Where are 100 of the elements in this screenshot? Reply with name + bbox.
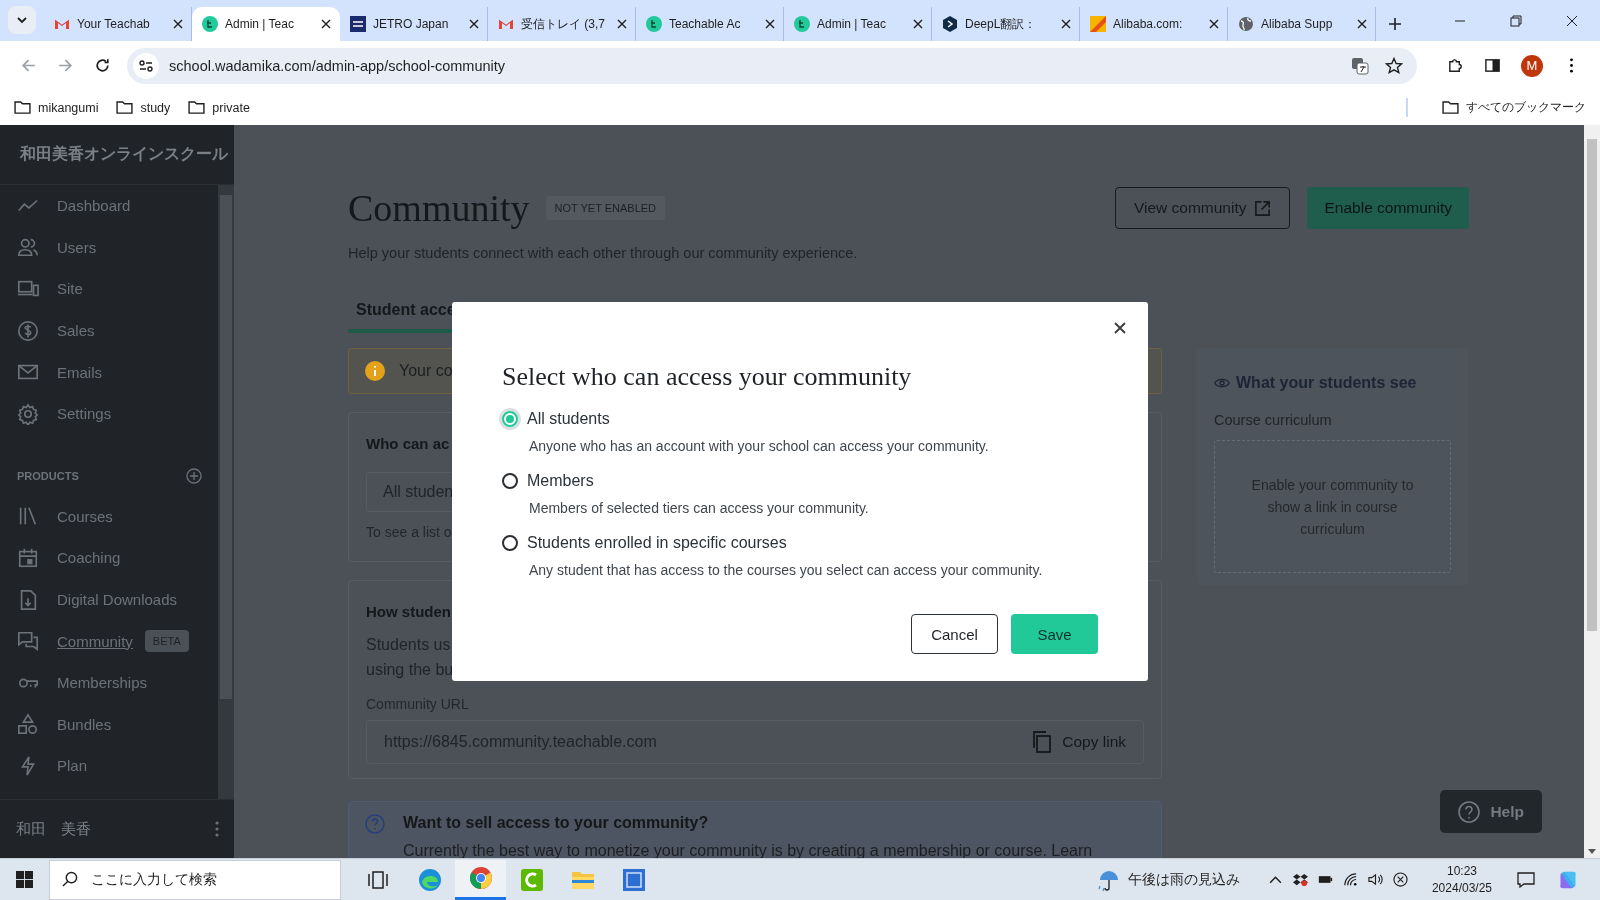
window-app-icon xyxy=(621,867,646,892)
alert-text: Your co xyxy=(399,362,453,380)
browser-tab[interactable]: 受信トレイ (3,7 xyxy=(488,7,636,41)
section-label: PRODUCTS xyxy=(17,469,79,482)
sidebar-item[interactable]: Plan xyxy=(0,745,88,787)
eye-icon xyxy=(1214,377,1230,389)
scrollbar[interactable] xyxy=(1584,125,1600,858)
shapes-icon xyxy=(17,713,39,736)
teachable-logo-icon xyxy=(202,16,218,32)
bookmark-label: すべてのブックマーク xyxy=(1466,100,1586,115)
bookmark-label: study xyxy=(140,100,171,115)
browser-tab[interactable]: Teachable Ac xyxy=(636,7,784,41)
sidebar-item[interactable]: Sales xyxy=(0,309,218,352)
browser-tab[interactable]: JETRO Japan xyxy=(340,7,488,41)
side-panel-icon[interactable] xyxy=(1484,57,1501,74)
close-icon[interactable] xyxy=(173,19,183,29)
close-icon[interactable] xyxy=(765,19,775,29)
bookmark-folder[interactable]: mikangumi xyxy=(14,100,99,115)
browser-tab[interactable]: Admin | Teac xyxy=(192,7,340,41)
close-icon[interactable] xyxy=(1566,14,1578,27)
bookmark-folder[interactable]: すべてのブックマーク xyxy=(1442,100,1586,115)
sidebar-item[interactable]: Dashboard xyxy=(0,185,218,227)
translate-icon[interactable] xyxy=(1351,56,1369,75)
chat-icon xyxy=(17,630,39,653)
tab-title: Your Teachab xyxy=(77,17,151,31)
site-settings-icon[interactable] xyxy=(133,52,159,79)
wifi-icon[interactable] xyxy=(1342,872,1358,887)
settings-icon xyxy=(17,402,39,425)
profile-avatar[interactable]: M xyxy=(1521,54,1543,77)
browser-tab[interactable]: Alibaba.com: xyxy=(1080,7,1228,41)
tab-title: Admin | Teac xyxy=(225,17,295,31)
speaker-icon[interactable] xyxy=(1367,872,1383,887)
sidebar-item[interactable]: Emails xyxy=(0,351,218,393)
notification-icon[interactable] xyxy=(1516,869,1536,890)
close-icon[interactable] xyxy=(321,19,331,29)
restore-icon[interactable] xyxy=(1510,14,1522,27)
sidebar-item[interactable]: Community xyxy=(0,620,133,662)
chevron-down-icon xyxy=(16,14,28,26)
forward-arrow-icon[interactable] xyxy=(57,57,74,74)
copy-icon xyxy=(1032,731,1053,753)
cancel-button[interactable]: Cancel xyxy=(911,614,998,654)
help-button[interactable]: Help xyxy=(1440,790,1542,833)
tab-title: DeepL翻訳： xyxy=(965,15,1038,33)
windows-start-icon[interactable] xyxy=(16,871,33,888)
close-icon[interactable] xyxy=(1114,322,1126,334)
puzzle-icon[interactable] xyxy=(1447,57,1464,74)
hexagon-logo-icon xyxy=(942,16,958,32)
sidebar-item[interactable]: Bundles xyxy=(0,703,112,746)
sidebar-item[interactable]: Settings xyxy=(0,392,218,435)
close-icon[interactable] xyxy=(617,19,627,29)
clock-date: 2024/03/25 xyxy=(1431,879,1492,897)
radio-button[interactable] xyxy=(502,535,518,551)
sidebar-item[interactable]: Users xyxy=(0,226,218,269)
close-circle-icon[interactable] xyxy=(1392,872,1408,887)
back-arrow-icon[interactable] xyxy=(20,57,37,74)
close-icon[interactable] xyxy=(469,19,479,29)
sidebar-item[interactable]: Courses xyxy=(0,495,113,538)
globe-icon xyxy=(1238,16,1254,32)
address-bar[interactable]: school.wadamika.com/admin-app/school-community xyxy=(127,47,1417,84)
bookmark-folder[interactable]: study xyxy=(116,100,171,115)
close-icon[interactable] xyxy=(1209,19,1219,29)
browser-tab[interactable]: DeepL翻訳： xyxy=(932,7,1080,41)
search-icon xyxy=(62,871,79,888)
add-circle-icon[interactable] xyxy=(186,467,202,484)
taskbar-search-field[interactable]: ここに入力して検索 xyxy=(49,859,341,900)
radio-button[interactable] xyxy=(502,473,518,489)
sidebar-item[interactable]: Site xyxy=(0,268,218,310)
close-icon[interactable] xyxy=(913,19,923,29)
sidebar-item[interactable]: Memberships xyxy=(0,661,148,704)
card-heading: How studen xyxy=(366,603,451,620)
scrollbar[interactable] xyxy=(218,185,234,799)
plus-icon[interactable] xyxy=(1388,17,1402,31)
reload-icon[interactable] xyxy=(94,57,111,74)
close-icon[interactable] xyxy=(1357,19,1367,29)
browser-tab[interactable]: Admin | Teac xyxy=(784,7,932,41)
taskbar-app[interactable] xyxy=(455,859,506,900)
tab-title: Alibaba.com: xyxy=(1113,17,1184,31)
slash-logo-icon xyxy=(1090,16,1106,32)
star-icon[interactable] xyxy=(1385,56,1403,75)
page-title: Community xyxy=(348,186,530,230)
save-button[interactable]: Save xyxy=(1011,614,1098,654)
browser-tab[interactable]: Alibaba Supp xyxy=(1228,7,1376,41)
sidebar-item[interactable]: Coaching xyxy=(0,537,121,579)
option-description: Anyone who has an account with your school can access your community. xyxy=(529,438,990,454)
tab-search-button[interactable] xyxy=(8,6,36,34)
calendar-icon xyxy=(17,546,39,569)
dialog-title: Select who can access your community xyxy=(502,362,913,392)
teachable-logo-icon xyxy=(646,16,662,32)
sidebar-item[interactable]: Digital Downloads xyxy=(0,578,178,621)
close-icon[interactable] xyxy=(1061,19,1071,29)
folder-icon xyxy=(1442,101,1459,114)
scroll-down-icon[interactable] xyxy=(1588,849,1596,854)
user-name: 和田 美香 xyxy=(16,819,91,839)
tab-title: 受信トレイ (3,7 xyxy=(521,15,606,33)
bookmark-folder[interactable]: private xyxy=(188,100,250,115)
copilot-icon[interactable] xyxy=(1558,869,1578,890)
radio-button[interactable] xyxy=(502,411,518,427)
tab-title: Alibaba Supp xyxy=(1261,17,1334,31)
square-logo-icon xyxy=(350,16,366,32)
teachable-logo-icon xyxy=(794,16,810,32)
